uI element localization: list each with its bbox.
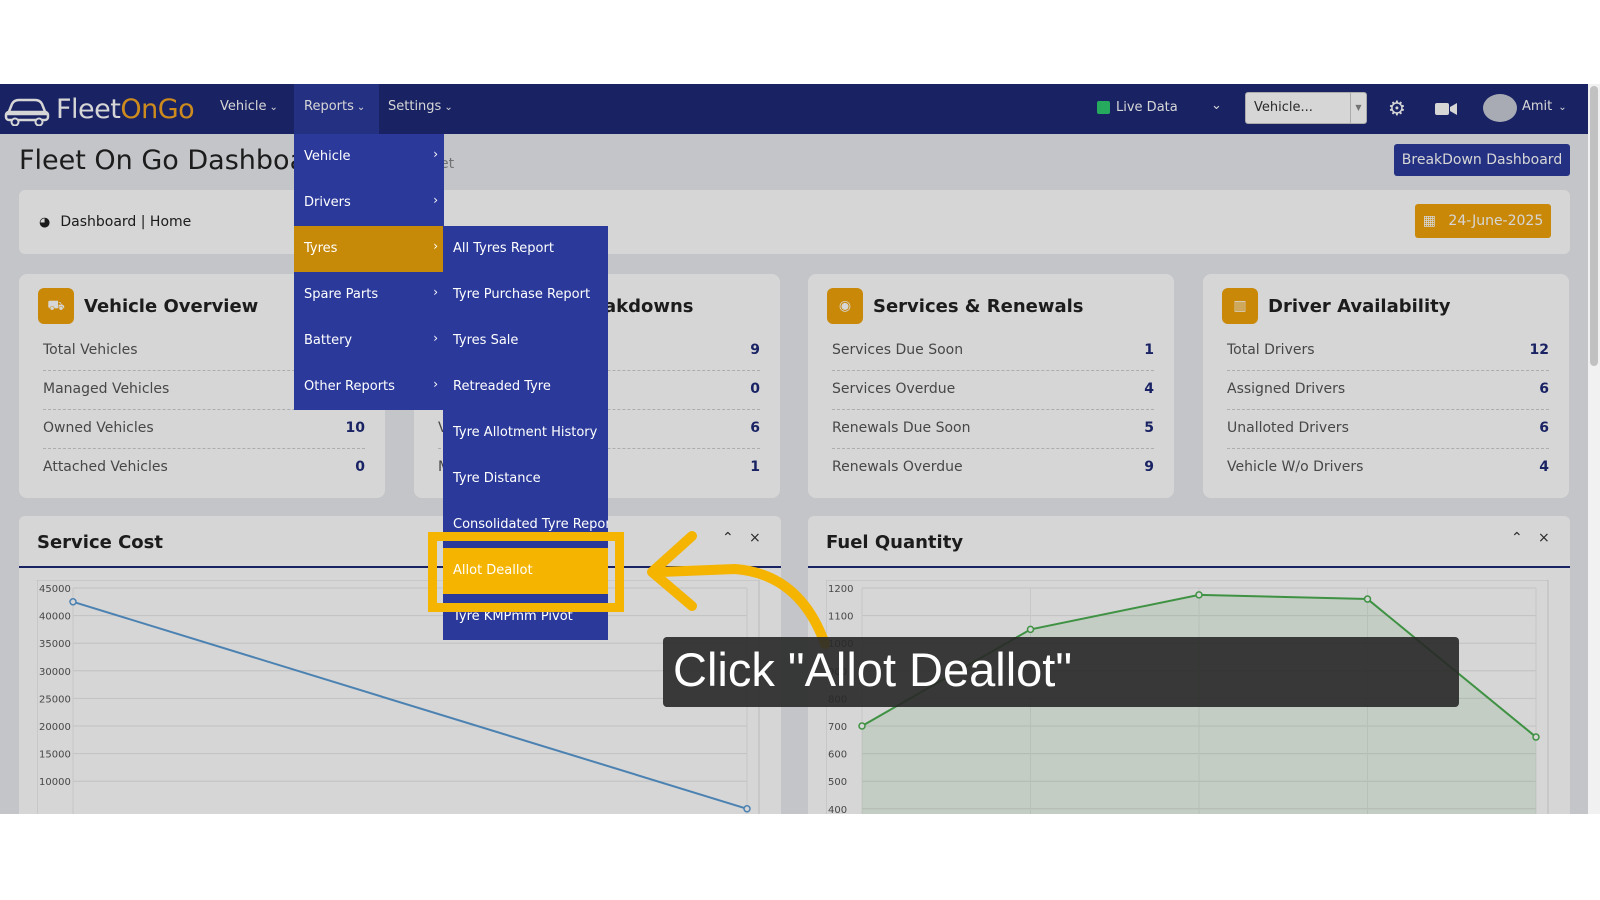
app-screen: FleetOnGo Vehicle ⌄ Reports ⌄ Settings ⌄ Li… <box>0 84 1600 814</box>
chevron-right-icon: › <box>433 377 438 391</box>
pointer-arrow-icon <box>647 531 830 649</box>
target-highlight-box <box>428 532 624 612</box>
chevron-right-icon: › <box>433 147 438 161</box>
tyres-menu-item-tyre-purchase-report[interactable]: Tyre Purchase Report <box>443 272 608 318</box>
page-scrollbar[interactable] <box>1588 84 1600 814</box>
reports-menu-item-spare-parts[interactable]: Spare Parts › <box>294 272 444 318</box>
tyres-menu-item-all-tyres-report[interactable]: All Tyres Report <box>443 226 608 272</box>
reports-menu-item-vehicle[interactable]: Vehicle › <box>294 134 444 180</box>
reports-menu-item-battery[interactable]: Battery › <box>294 318 444 364</box>
tyres-menu-item-tyre-allotment-history[interactable]: Tyre Allotment History <box>443 410 608 456</box>
chevron-right-icon: › <box>433 239 438 253</box>
chevron-right-icon: › <box>433 193 438 207</box>
chevron-right-icon: › <box>433 285 438 299</box>
tyres-menu-item-tyre-distance[interactable]: Tyre Distance <box>443 456 608 502</box>
reports-menu-item-tyres[interactable]: Tyres › <box>294 226 444 272</box>
reports-menu-item-drivers[interactable]: Drivers › <box>294 180 444 226</box>
reports-dropdown: Vehicle › Drivers › Tyres › Spare Parts › Ba… <box>294 134 444 410</box>
reports-menu-item-other-reports[interactable]: Other Reports › <box>294 364 444 410</box>
tyres-menu-item-retreaded-tyre[interactable]: Retreaded Tyre <box>443 364 608 410</box>
instruction-callout: Click "Allot Deallot" <box>663 637 1459 707</box>
tyres-menu-item-tyres-sale[interactable]: Tyres Sale <box>443 318 608 364</box>
chevron-right-icon: › <box>433 331 438 345</box>
scrollbar-thumb[interactable] <box>1590 86 1598 366</box>
